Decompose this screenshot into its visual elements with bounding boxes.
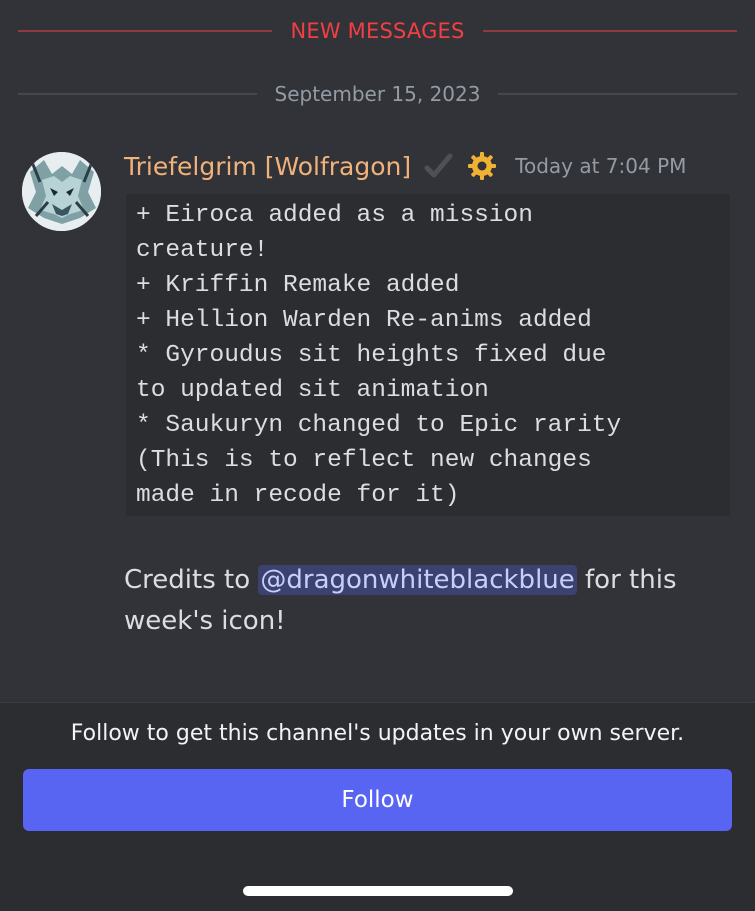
divider-line bbox=[482, 30, 737, 32]
author-name[interactable]: Triefelgrim [Wolfragon] bbox=[124, 152, 411, 181]
avatar[interactable] bbox=[22, 152, 101, 231]
code-line: creature! bbox=[136, 237, 269, 264]
code-line: * Gyroudus sit heights fixed due bbox=[136, 342, 607, 369]
new-messages-divider: NEW MESSAGES bbox=[0, 16, 755, 46]
code-line: (This is to reflect new changes bbox=[136, 447, 592, 474]
credits-text: Credits to @dragonwhiteblackblue for thi… bbox=[124, 560, 724, 642]
divider-line bbox=[498, 93, 737, 95]
gear-icon bbox=[467, 151, 497, 181]
chat-screen: NEW MESSAGES September 15, 2023 Triefelg… bbox=[0, 0, 755, 911]
user-mention[interactable]: @dragonwhiteblackblue bbox=[258, 565, 577, 595]
code-line: * Saukuryn changed to Epic rarity bbox=[136, 412, 622, 439]
divider-line bbox=[18, 30, 273, 32]
new-messages-label: NEW MESSAGES bbox=[290, 19, 465, 43]
verified-check-icon bbox=[423, 151, 453, 181]
code-line: + Hellion Warden Re-anims added bbox=[136, 307, 592, 334]
date-label: September 15, 2023 bbox=[274, 82, 481, 106]
follow-button[interactable]: Follow bbox=[23, 769, 732, 831]
code-line: to updated sit animation bbox=[136, 377, 489, 404]
message-timestamp: Today at 7:04 PM bbox=[515, 154, 687, 178]
date-divider: September 15, 2023 bbox=[0, 79, 755, 109]
message-header: Triefelgrim [Wolfragon] Today at 7:04 PM bbox=[124, 146, 686, 186]
code-line: made in recode for it) bbox=[136, 482, 460, 509]
follow-prompt-text: Follow to get this channel's updates in … bbox=[70, 721, 685, 746]
avatar-image bbox=[22, 152, 101, 231]
code-line: + Eiroca added as a mission bbox=[136, 202, 533, 229]
credits-prefix: Credits to bbox=[124, 565, 259, 595]
home-indicator[interactable] bbox=[243, 886, 513, 896]
code-block: + Eiroca added as a mission creature! + … bbox=[126, 194, 730, 516]
divider-line bbox=[18, 93, 257, 95]
code-line: + Kriffin Remake added bbox=[136, 272, 460, 299]
follow-footer: Follow to get this channel's updates in … bbox=[0, 702, 755, 911]
